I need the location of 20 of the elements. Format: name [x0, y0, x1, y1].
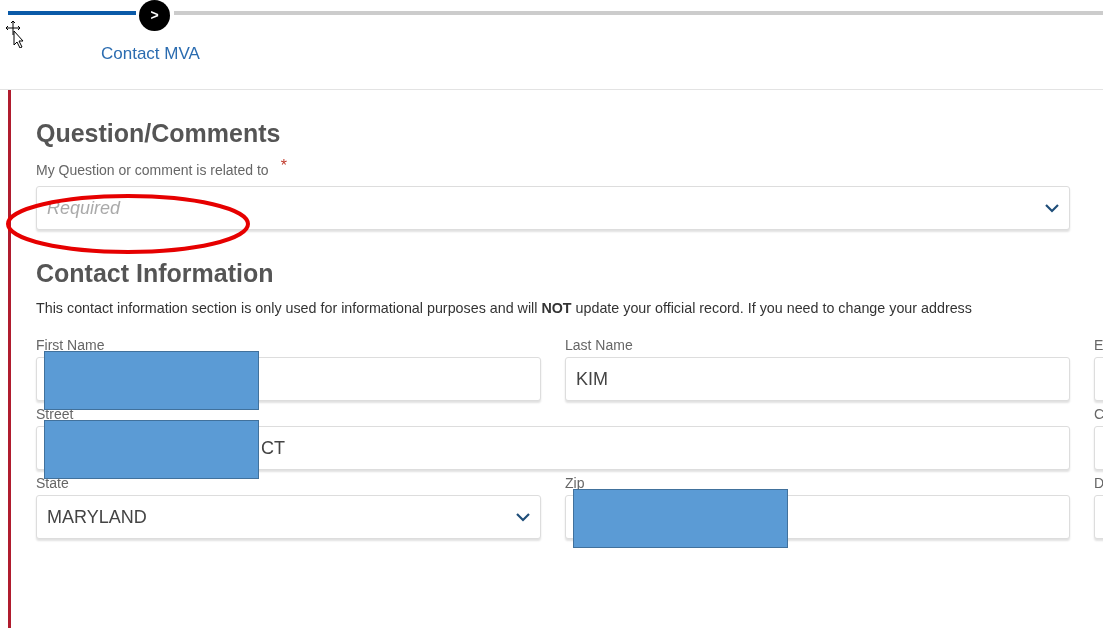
required-mark: *	[280, 156, 287, 176]
chevron-down-icon	[516, 512, 530, 522]
field-label: Zip	[565, 475, 586, 492]
field-label: State	[36, 475, 70, 492]
chevron-down-icon	[1045, 203, 1059, 213]
field-label: D	[1094, 475, 1102, 492]
next-step-button[interactable]: >	[139, 0, 170, 31]
notice-text: This contact information section is only used for informational purposes and will NOT update your official record. If you need to change your address	[36, 299, 973, 318]
field-label: First Name	[36, 337, 106, 354]
field-label: My Question or comment is related to	[36, 162, 269, 180]
input-field[interactable]: KIM	[565, 357, 1070, 402]
select-field[interactable]: MARYLAND	[36, 495, 541, 540]
field-label: Street	[36, 406, 75, 423]
field-label: C	[1094, 406, 1102, 423]
field-label: Last Name	[565, 337, 634, 354]
section-heading: Contact Information	[36, 258, 275, 288]
move-cursor-icon	[5, 20, 27, 48]
section-heading: Question/Comments	[36, 118, 282, 148]
step-label: Contact MVA	[101, 43, 200, 65]
field-label: E	[1094, 337, 1102, 354]
